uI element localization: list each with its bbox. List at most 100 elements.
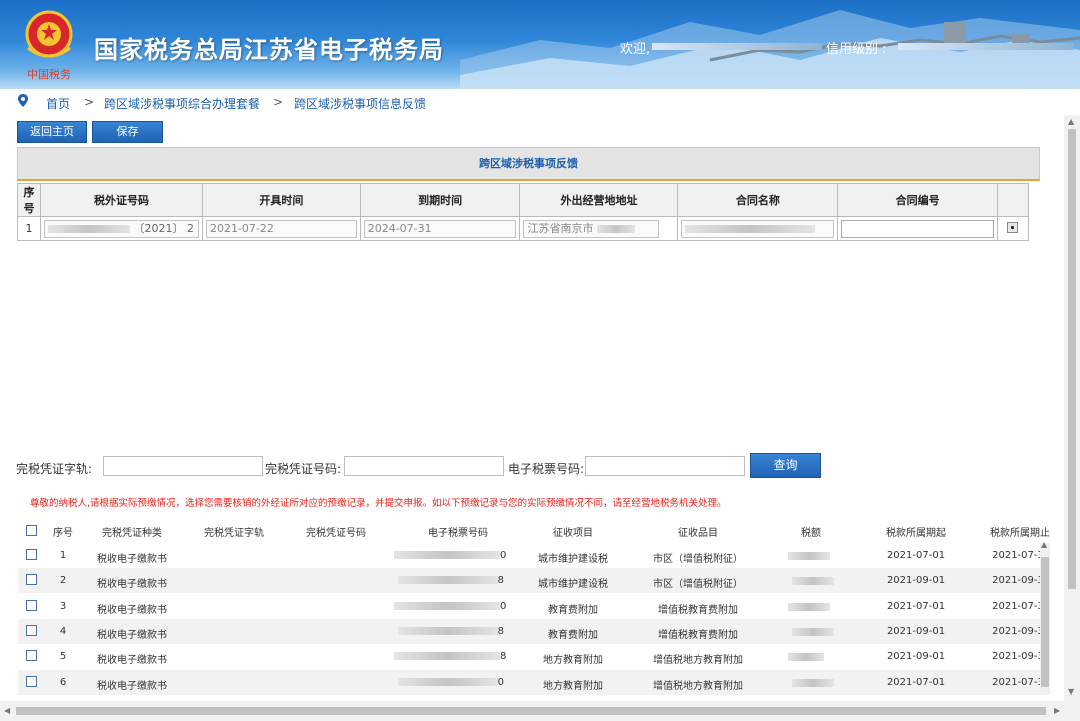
col-cert-no: 税外证号码: [39, 183, 203, 217]
row-no: 3: [59, 600, 67, 612]
row-checkbox[interactable]: [26, 675, 37, 687]
scroll-up-icon[interactable]: ▲: [1068, 117, 1074, 126]
eticket-tail: 8: [500, 651, 507, 663]
contract-name-field[interactable]: [681, 219, 835, 238]
grid-col-voucher: 完税凭证号码: [306, 528, 366, 539]
col-expiry-date: 到期时间: [359, 183, 521, 217]
col-index: 序号: [17, 183, 41, 217]
eticket-tail: 0: [500, 550, 507, 561]
voucher-track-input[interactable]: [103, 456, 263, 476]
grid-col-amount: 税额: [801, 528, 821, 539]
row-levy-sub: 增值税地方教育附加: [653, 655, 743, 667]
breadcrumb-home[interactable]: 首页: [46, 95, 70, 112]
row-levy-item: 城市维护建设税: [538, 579, 608, 591]
redacted-amount: [792, 627, 834, 636]
eticket-tail: 0: [497, 676, 504, 688]
row-checkbox[interactable]: [26, 599, 37, 611]
save-button[interactable]: 保存: [92, 121, 163, 143]
site-header: 中国税务 国家税务总局江苏省电子税务局 欢迎, 信用级别 :: [0, 0, 1080, 89]
redacted-eticket: [397, 576, 498, 585]
expiry-date-field[interactable]: 2024-07-31: [363, 219, 517, 238]
row-checkbox[interactable]: [26, 650, 37, 662]
scroll-up-icon[interactable]: ▲: [1041, 540, 1047, 549]
panel-title: 跨区域涉税事项反馈: [17, 147, 1040, 181]
grid-col-track: 完税凭证字轨: [204, 528, 264, 539]
scroll-down-icon[interactable]: ▼: [1068, 687, 1074, 696]
row-no: 4: [59, 625, 67, 637]
row-period-end: 2021-07-3: [992, 676, 1044, 688]
col-contract-no: 合同编号: [837, 183, 998, 217]
table-row[interactable]: 6 税收电子缴款书 地方教育附加 增值税地方教育附加 2021-07-01 2021-07…: [18, 669, 1050, 695]
e-ticket-label: 电子税票号码:: [508, 462, 585, 476]
grid-col-eticket: 电子税票号码: [428, 528, 488, 539]
breadcrumb-package[interactable]: 跨区域涉税事项综合办理套餐: [104, 95, 260, 112]
row-no: 5: [59, 651, 67, 663]
row-levy-item: 教育费附加: [548, 629, 598, 641]
row-levy-item: 地方教育附加: [543, 680, 603, 692]
table-row: 1 〔2021〕 2 2021-07-22 2024-07-31 江苏省南京市: [17, 216, 1030, 241]
grid-scroll-thumb[interactable]: [1041, 557, 1049, 687]
row-levy-item: 城市维护建设税: [538, 554, 608, 565]
redacted-eticket: [397, 626, 498, 635]
redacted-username: [652, 43, 822, 50]
location-pin-icon: [18, 94, 28, 107]
welcome-label: 欢迎,: [620, 42, 651, 57]
grid-col-type: 完税凭证种类: [102, 528, 162, 539]
scroll-right-icon[interactable]: ▶: [1054, 706, 1060, 715]
grid-scrollbar[interactable]: ▲: [1040, 540, 1050, 695]
col-address: 外出经营地地址: [519, 183, 679, 217]
row-checkbox[interactable]: [26, 549, 37, 560]
contract-no-input[interactable]: [841, 219, 994, 238]
table-row[interactable]: 5 税收电子缴款书 地方教育附加 增值税地方教育附加 2021-09-01 2021-09…: [18, 644, 1050, 669]
row-levy-sub: 增值税地方教育附加: [653, 680, 743, 692]
address-field[interactable]: 江苏省南京市: [523, 219, 660, 238]
table-row[interactable]: 3 税收电子缴款书 教育费附加 增值税教育费附加 2021-07-01 2021-07-3…: [18, 594, 1050, 619]
row-period-start: 2021-09-01: [886, 651, 946, 663]
table-row[interactable]: 1 税收电子缴款书 城市维护建设税 市区（增值税附征） 2021-07-01 2021-0…: [18, 543, 1050, 568]
row-period-start: 2021-07-01: [886, 550, 946, 561]
back-home-button[interactable]: 返回主页: [17, 121, 87, 143]
select-all-checkbox[interactable]: [26, 525, 37, 536]
voucher-number-input[interactable]: [344, 456, 504, 476]
tax-emblem-icon: 中国税务: [25, 10, 73, 81]
page-vertical-scrollbar[interactable]: ▲ ▼: [1064, 115, 1080, 701]
table-row[interactable]: 4 税收电子缴款书 教育费附加 增值税教育费附加 2021-09-01 2021-09-3…: [18, 618, 1050, 644]
certificate-table: 序号 税外证号码 开具时间 到期时间 外出经营地地址 合同名称 合同编号 1 〔…: [17, 183, 1030, 241]
row-checkbox[interactable]: [26, 624, 37, 636]
cert-no-field[interactable]: 〔2021〕 2: [43, 219, 199, 238]
row-select-icon[interactable]: [1007, 221, 1019, 233]
redacted-eticket: [394, 652, 500, 661]
page-scroll-thumb[interactable]: [1068, 129, 1076, 589]
query-button[interactable]: 查询: [750, 453, 821, 478]
row-period-end: 2021-07-3: [992, 550, 1044, 561]
eticket-tail: 0: [500, 600, 507, 612]
redacted-amount: [788, 602, 830, 611]
row-checkbox[interactable]: [26, 574, 37, 586]
redacted-credit-level: [898, 43, 1074, 50]
row-no: 6: [59, 676, 67, 688]
col-contract-name: 合同名称: [677, 183, 839, 217]
issue-date-field[interactable]: 2021-07-22: [205, 219, 357, 238]
row-period-end: 2021-09-3: [992, 625, 1044, 637]
row-index: 1: [17, 216, 41, 241]
row-period-end: 2021-09-3: [992, 651, 1044, 663]
voucher-track-label: 完税凭证字轨:: [16, 462, 93, 476]
redacted-contract-name: [685, 224, 816, 233]
voucher-number-label: 完税凭证号码:: [265, 462, 342, 476]
table-row[interactable]: 2 税收电子缴款书 城市维护建设税 市区（增值税附征） 2021-09-01 2021-0…: [18, 568, 1050, 594]
breadcrumb-current: 跨区域涉税事项信息反馈: [294, 97, 427, 111]
redacted-cert-prefix: [47, 224, 130, 233]
row-eticket-number: 0: [394, 677, 504, 688]
breadcrumb-separator: >: [84, 95, 95, 109]
e-ticket-input[interactable]: [585, 456, 745, 476]
page-horizontal-scrollbar[interactable]: ◀ ▶: [0, 701, 1080, 721]
row-levy-sub: 增值税教育费附加: [658, 604, 738, 616]
row-voucher-type: 税收电子缴款书: [97, 579, 167, 591]
redacted-amount: [788, 653, 824, 662]
grid-col-start: 税款所属期起: [886, 528, 946, 539]
prepayment-grid: 序号 完税凭证种类 完税凭证字轨 完税凭证号码 电子税票号码 征收项目 征收品目…: [18, 515, 1050, 695]
redacted-amount: [792, 577, 834, 586]
row-eticket-number: 0: [394, 550, 507, 561]
page-hscroll-thumb[interactable]: [16, 707, 1046, 715]
scroll-left-icon[interactable]: ◀: [4, 706, 10, 715]
